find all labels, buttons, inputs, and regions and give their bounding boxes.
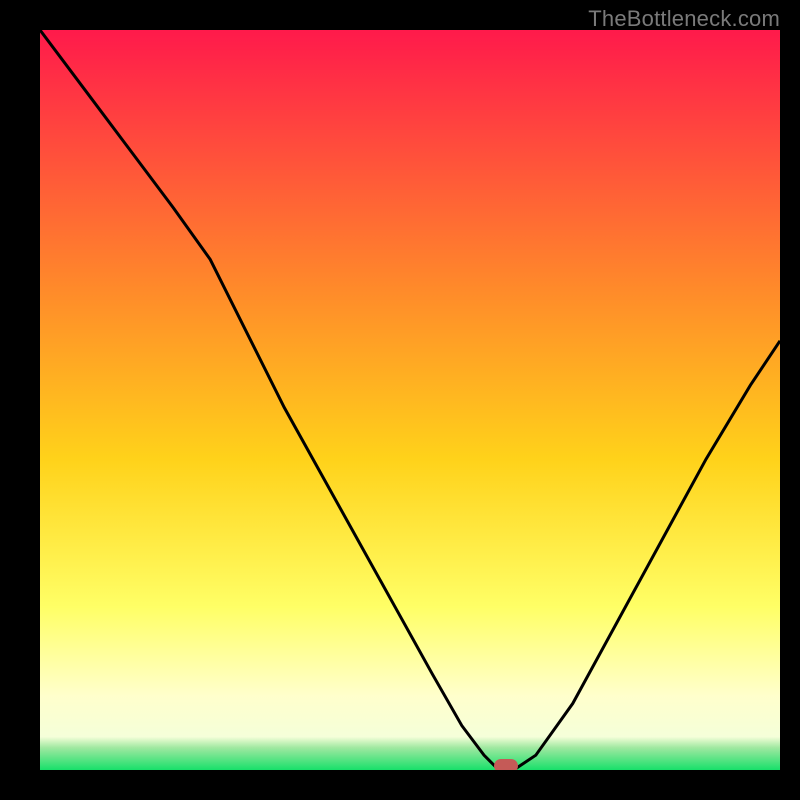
plot-area xyxy=(40,30,780,770)
optimal-point-marker xyxy=(494,759,518,770)
chart-frame: TheBottleneck.com xyxy=(0,0,800,800)
gradient-background xyxy=(40,30,780,770)
chart-svg xyxy=(40,30,780,770)
attribution-text: TheBottleneck.com xyxy=(588,6,780,32)
